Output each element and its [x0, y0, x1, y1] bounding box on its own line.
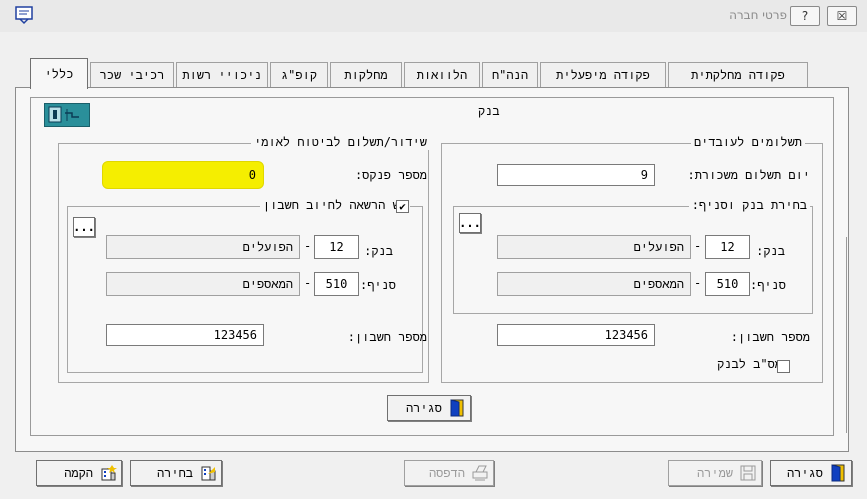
select-button[interactable]: בחירה — [130, 460, 222, 486]
msv-checkbox[interactable] — [777, 360, 790, 373]
building-new-icon — [99, 464, 117, 482]
help-icon: ? — [801, 9, 809, 23]
msv-label: מס"ב לבנק — [717, 357, 782, 371]
ni-bank-lookup-button[interactable]: ... — [73, 217, 95, 237]
app-icon — [14, 5, 34, 25]
ni-bank-label: בנק: — [364, 244, 393, 258]
bank-label: בנק: — [756, 244, 785, 258]
save-button[interactable]: שמירה — [668, 460, 762, 486]
create-button[interactable]: הקמה — [36, 460, 122, 486]
debit-authorization-checkbox[interactable]: ✔ — [396, 200, 409, 213]
bank-branch-group — [453, 206, 813, 314]
close-window-button[interactable]: ☒ — [827, 6, 857, 26]
tab-authority-deductions[interactable]: ניכויי רשות — [176, 62, 268, 87]
ni-branch-label: סניף: — [359, 278, 396, 292]
file-number-label: מספר פנקס: — [354, 168, 427, 182]
door-icon — [448, 399, 466, 417]
bank-lookup-button[interactable]: ... — [459, 213, 481, 233]
panel-edge — [846, 237, 849, 433]
ni-account-label: מספר חשבון: — [347, 330, 427, 344]
bank-branch-legend: בחירת בנק וסניף: — [688, 198, 810, 213]
close-button[interactable]: סגירה — [770, 460, 852, 486]
check-icon: ✔ — [399, 200, 406, 213]
branch-label: סניף: — [749, 278, 786, 292]
ni-branch-name-field: המאספים — [106, 272, 300, 296]
printer-icon — [471, 464, 489, 482]
bank-name-field: הפועלים — [497, 235, 691, 259]
bank-code-input[interactable]: 12 — [705, 235, 750, 259]
debit-authorization-legend: יש הרשאה לחיוב חשבון — [259, 198, 410, 213]
tab-provident-funds[interactable]: קופ"ג — [270, 62, 328, 87]
ni-bank-code-input[interactable]: 12 — [314, 235, 359, 259]
pay-day-label: יום תשלום משכורת: — [687, 168, 811, 182]
pay-day-input[interactable]: 9 — [497, 164, 655, 186]
file-number-input[interactable]: 0 — [110, 164, 260, 186]
panel-close-button[interactable]: סגירה — [387, 395, 471, 421]
tab-department-order[interactable]: פקודה מחלקתית — [668, 62, 808, 87]
employee-payments-legend: תשלומים לעובדים — [690, 135, 805, 150]
tab-pay-components[interactable]: רכיבי שכר — [90, 62, 174, 87]
branch-name-field: המאספים — [497, 272, 691, 296]
floppy-icon — [739, 464, 757, 482]
account-label: מספר חשבון: — [730, 330, 810, 344]
account-number-input[interactable]: 123456 — [497, 324, 655, 346]
close-icon: ☒ — [836, 9, 848, 23]
tab-loans[interactable]: הלוואות — [404, 62, 480, 87]
help-button[interactable]: ? — [790, 6, 820, 26]
bank-panel-icon — [44, 103, 90, 127]
ni-branch-code-input[interactable]: 510 — [314, 272, 359, 296]
print-button[interactable]: הדפסה — [404, 460, 494, 486]
branch-code-input[interactable]: 510 — [705, 272, 750, 296]
building-select-icon — [199, 464, 217, 482]
tab-accounting[interactable]: הנה"ח — [482, 62, 538, 87]
bank-panel-title: בנק — [478, 104, 500, 118]
door-icon — [829, 464, 847, 482]
ni-account-number-input[interactable]: 123456 — [106, 324, 264, 346]
tab-plant-order[interactable]: פקודה מיפעלית — [540, 62, 666, 87]
tab-departments[interactable]: מחלקות — [330, 62, 402, 87]
window-title: פרטי חברה — [729, 8, 787, 22]
tab-general[interactable]: כללי — [30, 58, 88, 89]
national-insurance-legend: שידור/תשלום לביטוח לאומי — [251, 135, 430, 150]
ni-bank-name-field: הפועלים — [106, 235, 300, 259]
